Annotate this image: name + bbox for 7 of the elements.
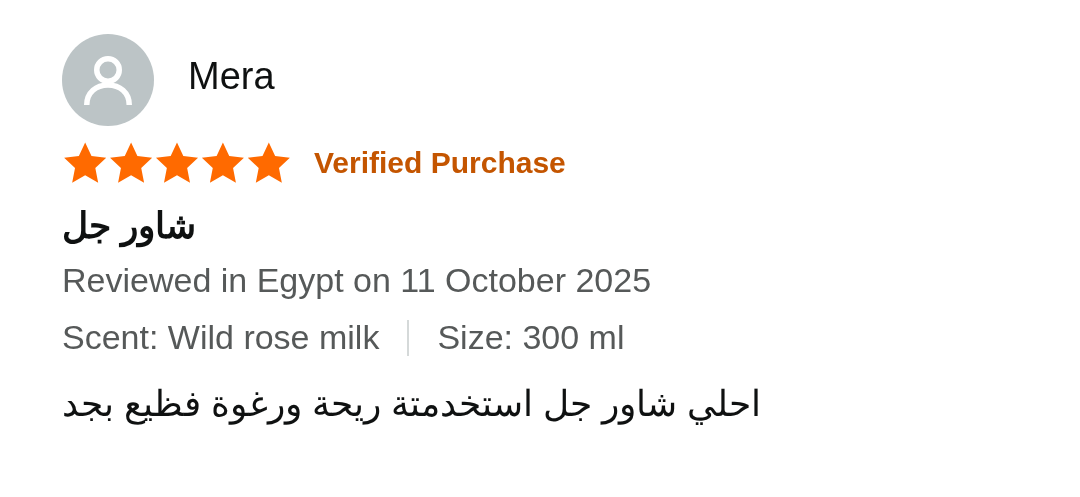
verified-purchase-label: Verified Purchase: [314, 145, 566, 181]
review-title: شاور جل: [62, 204, 196, 250]
variant-label: Scent: Wild rose milk: [62, 317, 380, 358]
review-date: Reviewed in Egypt on 11 October 2025: [62, 260, 653, 301]
review-body: احلي شاور جل استخدمتة ريحة ورغوة فظيع بجد: [62, 382, 761, 427]
variant-label: Size: 300 ml: [437, 317, 625, 358]
reviewer-name: Mera: [188, 53, 275, 99]
